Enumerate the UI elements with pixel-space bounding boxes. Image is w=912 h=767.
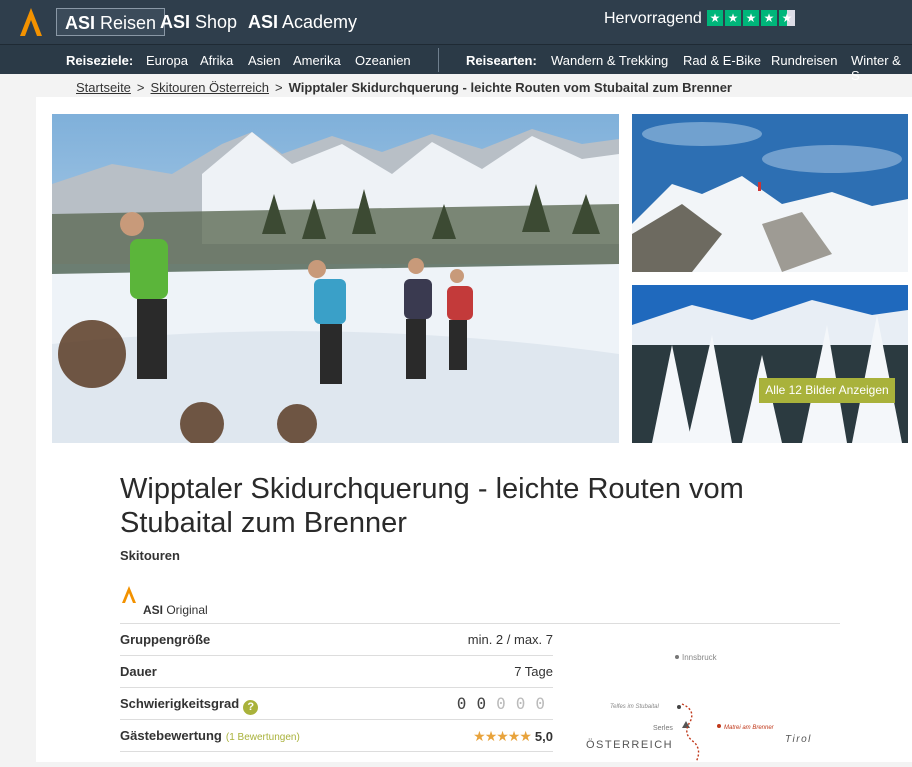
ski-tour-photo <box>52 114 619 443</box>
tab-asi-shop[interactable]: ASI Shop <box>152 8 245 36</box>
map-label-tirol: Tirol <box>785 734 812 745</box>
star-icon: ★ <box>707 10 723 26</box>
breadcrumb-home[interactable]: Startseite <box>76 80 131 95</box>
gallery-image-summit[interactable] <box>632 114 908 272</box>
nav-item-rundreisen[interactable]: Rundreisen <box>771 53 838 68</box>
half-star-icon: ★ <box>779 10 795 26</box>
snowy-forest-photo <box>632 285 908 443</box>
destinations-label: Reiseziele: <box>66 53 134 68</box>
difficulty-rating: 0 0 0 0 0 <box>457 694 545 713</box>
difficulty-boot-icon: 0 <box>456 694 467 713</box>
difficulty-boot-icon: 0 <box>515 694 526 713</box>
map-label-serles: Serles <box>653 725 673 732</box>
map-label-austria: ÖSTERREICH <box>586 739 673 751</box>
fact-row-duration: Dauer 7 Tage <box>120 656 553 688</box>
asi-logo-icon[interactable] <box>18 6 44 38</box>
reviews-count-link[interactable]: (1 Bewertungen) <box>226 732 300 743</box>
star-icon: ★ <box>725 10 741 26</box>
summit-photo <box>632 114 908 272</box>
difficulty-boot-icon: 0 <box>535 694 545 713</box>
star-icon: ★ <box>743 10 759 26</box>
nav-item-ozeanien[interactable]: Ozeanien <box>355 53 411 68</box>
asi-original-badge: ASI Original <box>143 603 208 617</box>
nav-item-rad[interactable]: Rad & E-Bike <box>683 53 761 68</box>
map-label-telfes: Telfes im Stubaital <box>610 704 659 710</box>
breadcrumb-skitouren[interactable]: Skitouren Österreich <box>151 80 270 95</box>
types-label: Reisearten: <box>466 53 537 68</box>
tab-asi-academy[interactable]: ASI Academy <box>240 8 365 36</box>
route-map-svg: Innsbruck Telfes im Stubaital Serles Mat… <box>586 653 812 763</box>
group-size-label: Gruppengröße <box>120 632 211 647</box>
nav-item-asien[interactable]: Asien <box>248 53 281 68</box>
gallery-image-snowy-forest[interactable] <box>632 285 908 443</box>
fact-row-difficulty: Schwierigkeitsgrad? 0 0 0 0 0 <box>120 688 553 720</box>
map-label-matrei: Matrei am Brenner <box>724 725 775 731</box>
trustpilot-stars[interactable]: ★ ★ ★ ★ ★ <box>707 10 795 26</box>
main-navigation: Reiseziele: Europa Afrika Asien Amerika … <box>0 44 912 83</box>
difficulty-label: Schwierigkeitsgrad? <box>120 696 259 715</box>
rating-stars-icon: ★★★★★ <box>473 728 532 744</box>
fact-row-group-size: Gruppengröße min. 2 / max. 7 <box>120 624 553 656</box>
reviews-value[interactable]: ★★★★★ 5,0 <box>473 728 553 745</box>
help-icon[interactable]: ? <box>243 700 259 715</box>
page-title: Wipptaler Skidurchquerung - leichte Rout… <box>120 473 744 539</box>
tab-asi-reisen[interactable]: ASI Reisen <box>56 8 166 36</box>
top-bar: ASI Reisen ASI Shop ASI Academy Hervorra… <box>0 0 912 44</box>
breadcrumb: Startseite > Skitouren Österreich > Wipptale… <box>76 80 732 95</box>
nav-item-amerika[interactable]: Amerika <box>293 53 341 68</box>
star-icon: ★ <box>761 10 777 26</box>
duration-label: Dauer <box>120 664 157 679</box>
reviews-label: Gästebewertung (1 Bewertungen) <box>120 728 300 743</box>
category-label: Skitouren <box>120 548 180 563</box>
nav-item-winter[interactable]: Winter & S <box>851 53 912 83</box>
difficulty-boot-icon: 0 <box>496 694 506 713</box>
trust-rating-text[interactable]: Hervorragend <box>604 10 702 28</box>
route-line <box>681 703 700 763</box>
nav-item-europa[interactable]: Europa <box>146 53 188 68</box>
nav-item-wandern[interactable]: Wandern & Trekking <box>551 53 668 68</box>
difficulty-boot-icon: 0 <box>476 694 487 713</box>
hero-image-ski-tourers[interactable] <box>52 114 619 443</box>
nav-item-afrika[interactable]: Afrika <box>200 53 233 68</box>
breadcrumb-current: Wipptaler Skidurchquerung - leichte Rout… <box>288 80 732 95</box>
fact-row-reviews: Gästebewertung (1 Bewertungen) ★★★★★ 5,0 <box>120 720 553 752</box>
group-size-value: min. 2 / max. 7 <box>467 632 553 647</box>
route-map[interactable]: Innsbruck Telfes im Stubaital Serles Mat… <box>578 630 840 763</box>
duration-value: 7 Tage <box>514 664 553 679</box>
nav-divider <box>438 48 439 72</box>
asi-original-logo-icon <box>122 586 136 603</box>
map-label-innsbruck: Innsbruck <box>682 653 718 662</box>
rating-score: 5,0 <box>534 729 553 744</box>
show-all-images-button[interactable]: Alle 12 Bilder Anzeigen <box>759 378 895 403</box>
